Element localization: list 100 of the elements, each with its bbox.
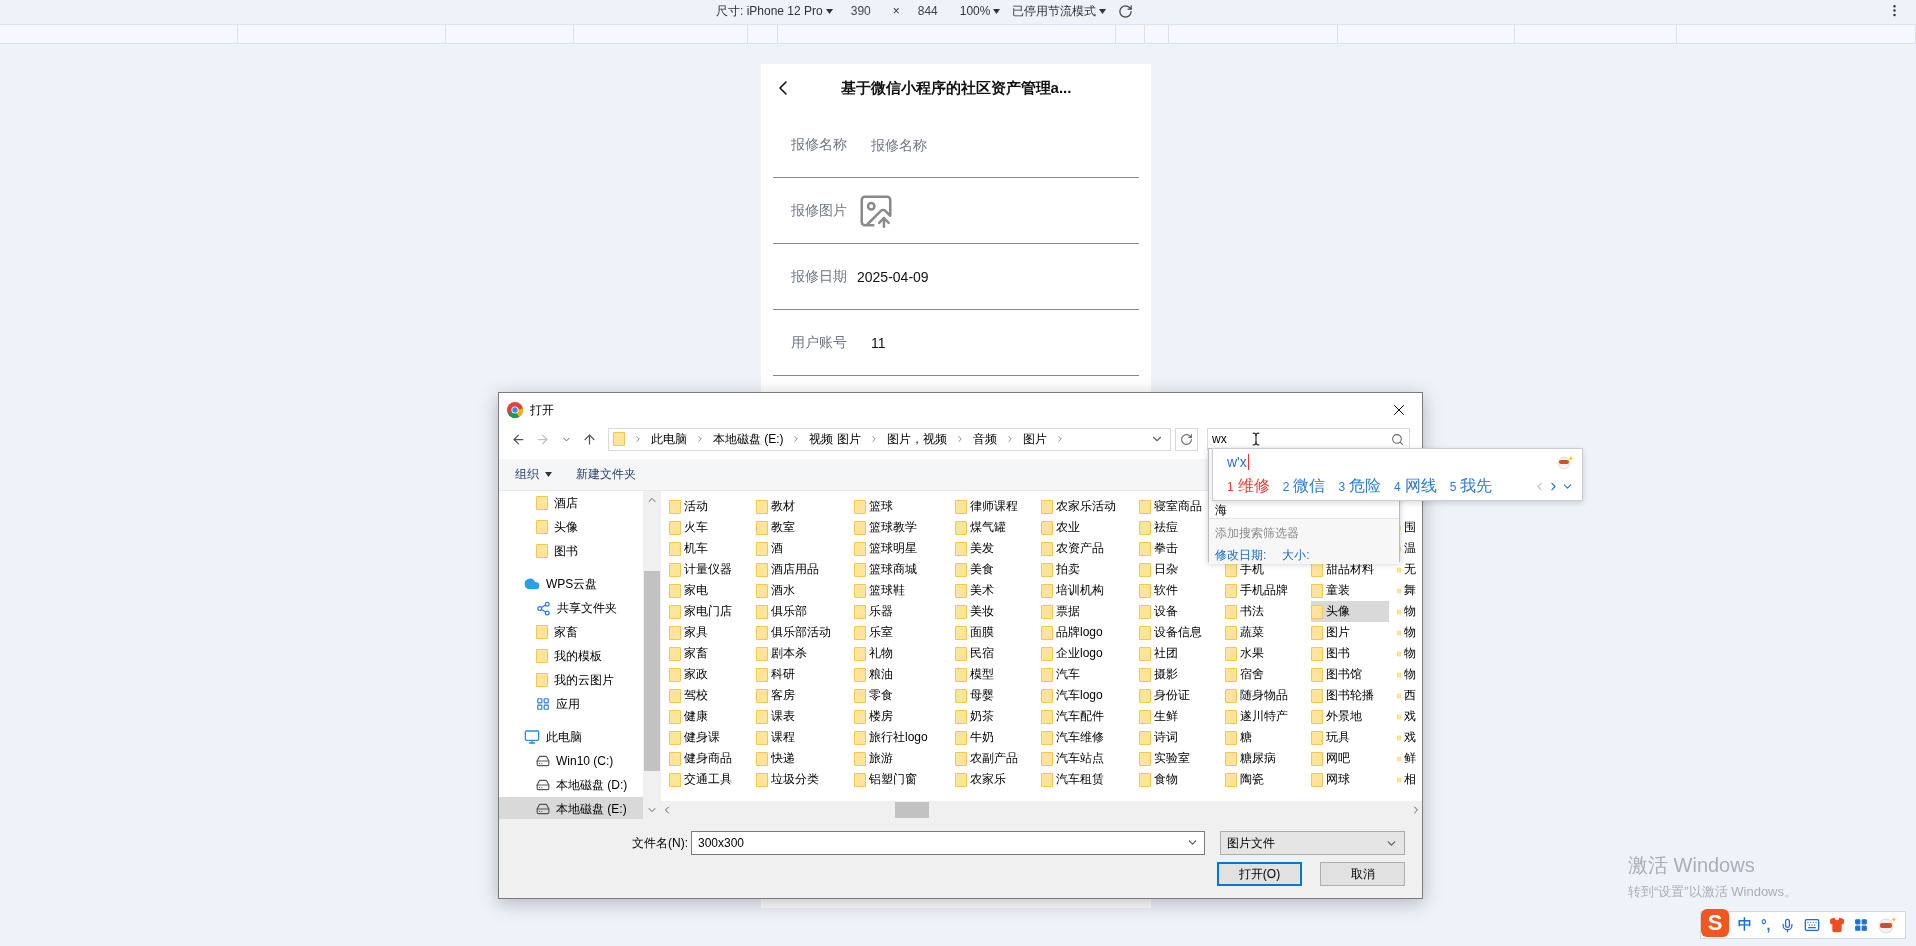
device-dropdown[interactable]: 尺寸: iPhone 12 Pro [716,2,833,20]
folder-item[interactable]: 民宿 [955,643,1033,664]
mascot-icon[interactable] [1876,916,1897,934]
folder-item[interactable]: 健康 [669,706,748,727]
folder-item[interactable]: 篮球明星 [854,538,947,559]
sidebar-item[interactable]: 头像 [499,515,643,539]
folder-item[interactable]: 零食 [854,685,947,706]
file-name-field[interactable]: 300x300 [691,831,1205,855]
folder-item[interactable]: 图书轮播 [1311,685,1389,706]
folder-item[interactable]: 交通工具 [669,769,748,790]
apps-icon[interactable] [1853,918,1868,932]
folder-item[interactable]: 童装 [1311,580,1389,601]
folder-item[interactable]: 蔬菜 [1225,622,1303,643]
punctuation-toggle[interactable]: °, [1761,917,1771,933]
folder-item[interactable]: 拍卖 [1041,559,1131,580]
folder-item[interactable]: 软件 [1139,580,1217,601]
folder-item[interactable]: 模型 [955,664,1033,685]
filter-link[interactable]: 修改日期: [1215,547,1267,564]
folder-item[interactable]: 糖 [1225,727,1303,748]
sidebar-item[interactable]: 本地磁盘 (E:) [499,797,643,819]
folder-item[interactable]: 煤气罐 [955,517,1033,538]
folder-item[interactable]: 母婴 [955,685,1033,706]
folder-item[interactable]: 美食 [955,559,1033,580]
folder-item[interactable]: 律师课程 [955,496,1033,517]
cancel-button[interactable]: 取消 [1320,862,1405,886]
folder-item[interactable]: 篮球鞋 [854,580,947,601]
folder-item[interactable]: 汽车维修 [1041,727,1131,748]
folder-item[interactable]: 家电门店 [669,601,748,622]
folder-item[interactable]: 随身物品 [1225,685,1303,706]
scrollbar[interactable] [643,491,661,819]
folder-item[interactable]: 篮球商城 [854,559,947,580]
folder-item[interactable]: 无 [1397,559,1416,580]
folder-item[interactable]: 网球 [1311,769,1389,790]
rotate-icon[interactable] [1118,3,1134,19]
sidebar-item[interactable]: Win10 (C:) [499,749,643,773]
folder-item[interactable]: 家畜 [669,643,748,664]
folder-item[interactable]: 奶茶 [955,706,1033,727]
folder-item[interactable]: 家电 [669,580,748,601]
filter-link[interactable]: 大小: [1282,547,1310,564]
folder-item[interactable]: 快递 [756,748,846,769]
ime-candidate[interactable]: 5 我先 [1449,475,1493,497]
folder-item[interactable]: 舞 [1397,580,1416,601]
sidebar-item[interactable]: 共享文件夹 [499,596,643,620]
folder-item[interactable]: 美妆 [955,601,1033,622]
folder-item[interactable]: 汽车logo [1041,685,1131,706]
folder-item[interactable]: 农业 [1041,517,1131,538]
folder-item[interactable]: 物 [1397,601,1416,622]
sidebar-item[interactable]: 我的云图片 [499,668,643,692]
folder-item[interactable]: 旅行社logo [854,727,947,748]
width-field[interactable]: 390 [844,4,881,18]
folder-item[interactable]: 图书馆 [1311,664,1389,685]
input-field[interactable]: 报修名称 [857,136,1057,153]
folder-item[interactable]: 票据 [1041,601,1131,622]
scroll-thumb[interactable] [644,571,660,771]
sidebar-item[interactable]: 家畜 [499,620,643,644]
folder-item[interactable]: 生鲜 [1139,706,1217,727]
folder-item[interactable]: 家政 [669,664,748,685]
folder-item[interactable]: 篮球教学 [854,517,947,538]
folder-item[interactable]: 社团 [1139,643,1217,664]
sidebar-item[interactable]: 本地磁盘 (D:) [499,773,643,797]
folder-item[interactable]: 外景地 [1311,706,1389,727]
folder-item[interactable]: 驾校 [669,685,748,706]
folder-item[interactable]: 农家乐 [955,769,1033,790]
shirt-icon[interactable] [1828,917,1845,933]
folder-item[interactable]: 相 [1397,769,1416,790]
folder-item[interactable]: 物 [1397,664,1416,685]
folder-item[interactable]: 日杂 [1139,559,1217,580]
zoom-dropdown[interactable]: 100% [959,4,1001,18]
folder-item[interactable]: 活动 [669,496,748,517]
folder-item[interactable]: 品牌logo [1041,622,1131,643]
folder-item[interactable]: 铝塑门窗 [854,769,947,790]
folder-item[interactable]: 教材 [756,496,846,517]
folder-item[interactable]: 垃圾分类 [756,769,846,790]
breadcrumb[interactable]: 图片，视频 [886,430,947,448]
folder-item[interactable]: 汽车站点 [1041,748,1131,769]
folder-item[interactable]: 戏 [1397,706,1416,727]
folder-item[interactable]: 实验室 [1139,748,1217,769]
address-bar[interactable]: 此电脑 本地磁盘 (E:) 视频 图片 图片，视频 音频 图片 [607,427,1172,451]
folder-item[interactable]: 俱乐部活动 [756,622,846,643]
input-mode-toggle[interactable]: 中 [1738,916,1752,934]
folder-item[interactable]: 宿舍 [1225,664,1303,685]
folder-item[interactable]: 物 [1397,622,1416,643]
folder-item[interactable]: 课表 [756,706,846,727]
folder-item[interactable]: 火车 [669,517,748,538]
refresh-button[interactable] [1175,427,1198,451]
folder-item[interactable]: 戏 [1397,727,1416,748]
folder-item[interactable]: 剧本杀 [756,643,846,664]
organize-button[interactable]: 组织 [515,466,552,483]
folder-item[interactable]: 物 [1397,643,1416,664]
breadcrumb[interactable]: 此电脑 [650,430,687,448]
folder-item[interactable]: 农副产品 [955,748,1033,769]
file-type-select[interactable]: 图片文件 [1220,831,1405,855]
folder-item[interactable]: 食物 [1139,769,1217,790]
folder-item[interactable]: 汽车租赁 [1041,769,1131,790]
folder-item[interactable]: 遂川特产 [1225,706,1303,727]
sidebar-item[interactable]: 此电脑 [499,725,643,749]
folder-item[interactable]: 酒 [756,538,846,559]
ime-candidate[interactable]: 1 维修 [1227,475,1270,497]
folder-item[interactable]: 俱乐部 [756,601,846,622]
folder-item[interactable]: 乐室 [854,622,947,643]
